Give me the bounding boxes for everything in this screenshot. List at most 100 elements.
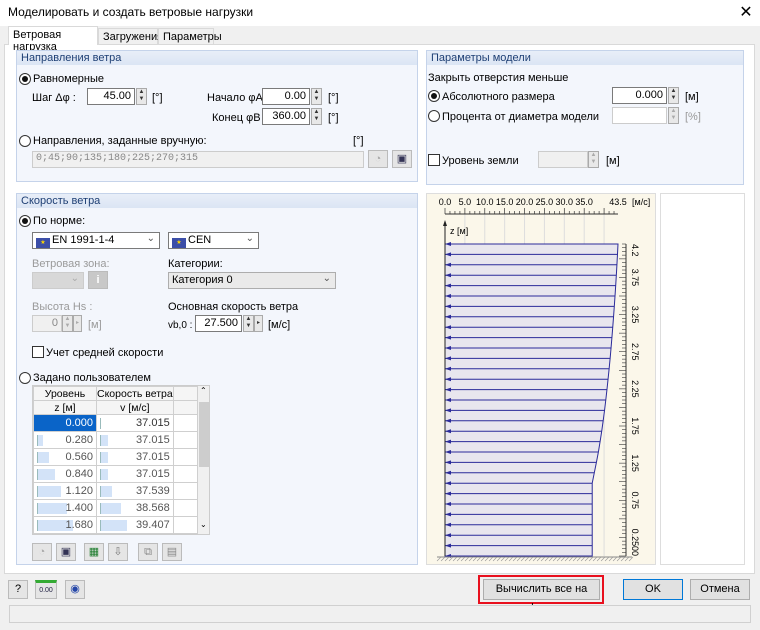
empty-cell (172, 499, 199, 517)
unit-label: [м/с] (268, 319, 291, 331)
category-select[interactable]: Категория 0 ⌄ (168, 272, 336, 289)
absolute-size-radio[interactable] (428, 90, 440, 102)
close-icon[interactable]: ✕ (738, 2, 754, 22)
info-icon[interactable]: i (88, 271, 108, 289)
level-cell[interactable]: 1.960 (33, 533, 97, 534)
wind-zone-select[interactable]: ⌄ (32, 272, 84, 289)
open-icon[interactable]: ◔ (32, 543, 52, 561)
value-bar (100, 520, 127, 531)
calculator-icon[interactable]: ▤ (162, 543, 182, 561)
speed-cell[interactable]: 37.539 (96, 482, 174, 500)
ground-hatch (480, 556, 486, 562)
x-tick-label: 5.0 (459, 197, 472, 207)
level-cell[interactable]: 0.560 (33, 448, 97, 466)
manual-radio[interactable] (19, 135, 31, 147)
save-icon[interactable]: ▣ (392, 150, 412, 168)
ground-hatch (592, 556, 598, 562)
speed-cell[interactable]: 37.015 (96, 431, 174, 449)
table-row[interactable]: 1.96040.114 (33, 533, 199, 534)
height-spinner[interactable]: ▲ ▼ (62, 315, 73, 332)
ground-hatch (564, 556, 570, 562)
level-cell[interactable]: 1.400 (33, 499, 97, 517)
scroll-up-icon[interactable]: ⌃ (200, 386, 207, 395)
value-bar (37, 435, 43, 446)
export-icon[interactable]: ⇩ (108, 543, 128, 561)
excel-import-icon[interactable]: ▦ (84, 543, 104, 561)
absolute-size-spinner[interactable]: ▲ ▼ (668, 87, 679, 104)
unit-label: [%] (685, 111, 701, 123)
tab-wind-load[interactable]: Ветровая нагрузка (8, 26, 98, 53)
x-tick-label: 30.0 (556, 197, 574, 207)
ground-hatch (492, 556, 498, 562)
view-icon[interactable]: ◉ (65, 580, 85, 599)
base-speed-menu-arrow[interactable]: ▸ (254, 315, 263, 332)
height-menu-arrow[interactable]: ▸ (73, 315, 82, 332)
level-value: 0.000 (65, 417, 93, 429)
table-row[interactable]: 1.120 37.539 (33, 482, 199, 500)
mean-speed-checkbox[interactable] (32, 346, 44, 358)
level-cell[interactable]: 0.000 (33, 414, 97, 432)
empty-cell (172, 448, 199, 466)
scrollbar-thumb[interactable] (199, 402, 209, 467)
level-cell[interactable]: 0.840 (33, 465, 97, 483)
ground-level-checkbox[interactable] (428, 154, 440, 166)
cancel-button[interactable]: Отмена (690, 579, 750, 600)
start-spinner[interactable]: ▲ ▼ (311, 88, 322, 105)
value-bar (37, 486, 61, 497)
tab-load-cases[interactable]: Загружения (98, 28, 163, 44)
ground-hatch (456, 556, 462, 562)
step-spinner[interactable]: ▲ ▼ (136, 88, 147, 105)
ground-level-spinner[interactable]: ▲ ▼ (588, 151, 599, 168)
y-tick-label: 1.25 (630, 454, 640, 472)
help-icon[interactable]: ? (8, 580, 28, 599)
save-icon[interactable]: ▣ (56, 543, 76, 561)
ground-level-input[interactable] (538, 151, 588, 168)
level-cell[interactable]: 1.120 (33, 482, 97, 500)
speed-cell[interactable]: 37.015 (96, 448, 174, 466)
uniform-radio[interactable] (19, 73, 31, 85)
table-row[interactable]: 0.840 37.015 (33, 465, 199, 483)
y-tick-label: 0.75 (630, 492, 640, 510)
table-scrollbar[interactable]: ⌃ ⌄ (198, 386, 209, 534)
annex-select[interactable]: ★ CEN ⌄ (168, 232, 259, 249)
end-input[interactable]: 360.00 (262, 108, 310, 125)
table-row[interactable]: 1.400 38.568 (33, 499, 199, 517)
tab-parameters[interactable]: Параметры (158, 28, 222, 44)
speed-cell[interactable]: 40.114 (96, 533, 174, 534)
step-input[interactable]: 45.00 (87, 88, 135, 105)
level-cell[interactable]: 1.680 (33, 516, 97, 534)
absolute-size-input[interactable]: 0.000 (612, 87, 667, 104)
table-row[interactable]: 0.280 37.015 (33, 431, 199, 449)
calculate-background-button[interactable]: Вычислить все на фоне (483, 579, 600, 614)
by-norm-radio[interactable] (19, 215, 31, 227)
units-icon[interactable]: 0.00 (35, 580, 57, 599)
table-row[interactable]: 0.560 37.015 (33, 448, 199, 466)
percent-spinner[interactable]: ▲ ▼ (668, 107, 679, 124)
copy-icon[interactable]: ⧉ (138, 543, 158, 561)
speed-cell[interactable]: 37.015 (96, 465, 174, 483)
manual-directions-input[interactable]: 0;45;90;135;180;225;270;315 (32, 151, 364, 168)
open-icon[interactable]: ◔ (368, 150, 388, 168)
norm-select[interactable]: ★ EN 1991-1-4 ⌄ (32, 232, 160, 249)
scroll-down-icon[interactable]: ⌄ (200, 520, 207, 529)
y-tick-label: 1.75 (630, 417, 640, 435)
speed-cell[interactable]: 37.015 (96, 414, 174, 432)
ok-button[interactable]: OK (623, 579, 683, 600)
percent-radio[interactable] (428, 110, 440, 122)
ground-hatch (628, 556, 634, 562)
base-speed-spinner[interactable]: ▲ ▼ (243, 315, 254, 332)
base-speed-input[interactable]: 27.500 (195, 315, 242, 332)
speed-table[interactable]: Уровень Скорость ветра z [м] v [м/с] 0.000… (32, 385, 210, 535)
level-cell[interactable]: 0.280 (33, 431, 97, 449)
ground-hatch (488, 556, 494, 562)
speed-cell[interactable]: 38.568 (96, 499, 174, 517)
start-input[interactable]: 0.00 (262, 88, 310, 105)
table-row[interactable]: 0.000 37.015 (33, 414, 199, 432)
speed-cell[interactable]: 39.407 (96, 516, 174, 534)
user-defined-radio[interactable] (19, 372, 31, 384)
y-tick-label: 3.75 (630, 269, 640, 287)
percent-input[interactable] (612, 107, 667, 124)
table-row[interactable]: 1.680 39.407 (33, 516, 199, 534)
end-spinner[interactable]: ▲ ▼ (311, 108, 322, 125)
height-input[interactable]: 0 (32, 315, 62, 332)
